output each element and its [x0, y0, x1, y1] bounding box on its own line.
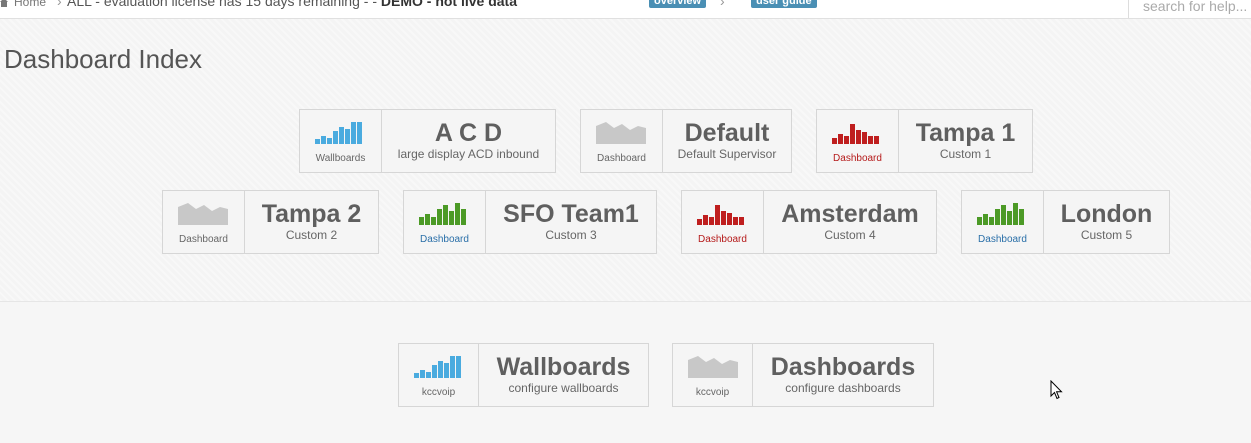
tile-caption: Dashboard	[978, 234, 1027, 245]
tile-body: A C D large display ACD inbound	[382, 110, 555, 172]
tile-body: Tampa 2 Custom 2	[245, 191, 378, 253]
tile-thumbnail: Dashboard	[817, 110, 899, 172]
user-guide-badge[interactable]: user guide	[751, 0, 817, 8]
tile-caption: Wallboards	[315, 153, 366, 164]
tile-description: Custom 3	[545, 228, 597, 242]
page-title: Dashboard Index	[4, 44, 203, 74]
tile-thumbnail: Dashboard	[404, 191, 486, 253]
configure-dashboards-tile[interactable]: kccvoip Dashboards configure dashboards	[672, 343, 934, 407]
tile-thumbnail: Dashboard	[163, 191, 245, 253]
tile-thumbnail: Wallboards	[300, 110, 382, 172]
tile-thumbnail: kccvoip	[399, 344, 479, 406]
gray-area-chart-icon	[178, 201, 228, 225]
home-icon[interactable]	[0, 0, 8, 7]
tile-body: SFO Team1 Custom 3	[486, 191, 656, 253]
tile-description: configure dashboards	[785, 381, 901, 395]
blue-bar-chart-icon	[315, 120, 365, 144]
license-notice-text: ALL - evaluation license has 15 days rem…	[67, 0, 381, 9]
dashboard-tile-tampa-2[interactable]: Dashboard Tampa 2 Custom 2	[162, 190, 379, 254]
tile-name: Dashboards	[770, 353, 916, 381]
tile-body: Dashboards configure dashboards	[753, 344, 933, 406]
tile-name: Amsterdam	[781, 200, 919, 228]
tile-thumbnail: Dashboard	[581, 110, 663, 172]
dashboard-tile-default[interactable]: Dashboard Default Default Supervisor	[580, 109, 792, 173]
tile-thumbnail: kccvoip	[673, 344, 753, 406]
tile-name: London	[1060, 200, 1153, 228]
breadcrumb-home[interactable]: Home	[14, 0, 46, 9]
configure-wallboards-tile[interactable]: kccvoip Wallboards configure wallboards	[398, 343, 649, 407]
dashboard-tile-tampa-1[interactable]: Dashboard Tampa 1 Custom 1	[816, 109, 1033, 173]
tile-body: London Custom 5	[1044, 191, 1169, 253]
dashboard-tile-london[interactable]: Dashboard London Custom 5	[961, 190, 1170, 254]
tile-caption: Dashboard	[597, 153, 646, 164]
tile-name: Wallboards	[496, 353, 631, 381]
green-bar-chart-icon	[419, 201, 469, 225]
tile-body: Amsterdam Custom 4	[764, 191, 936, 253]
tile-thumbnail: Dashboard	[682, 191, 764, 253]
tile-caption: kccvoip	[695, 387, 730, 398]
license-notice: ALL - evaluation license has 15 days rem…	[67, 0, 517, 9]
mouse-cursor-icon	[1050, 380, 1063, 400]
tile-description: Custom 4	[824, 228, 876, 242]
tile-name: Tampa 2	[261, 200, 362, 228]
tile-name: SFO Team1	[503, 200, 639, 228]
red-bar-chart-icon	[697, 201, 747, 225]
tile-description: Custom 2	[285, 228, 338, 242]
tile-caption: Dashboard	[179, 234, 228, 245]
tile-description: large display ACD inbound	[397, 147, 540, 161]
blue-bar-chart-icon	[414, 354, 464, 378]
tile-body: Wallboards configure wallboards	[479, 344, 648, 406]
tile-caption: Dashboard	[833, 153, 882, 164]
tile-name: A C D	[434, 119, 503, 147]
tile-name: Tampa 1	[915, 119, 1016, 147]
tile-body: Tampa 1 Custom 1	[899, 110, 1032, 172]
tile-description: Custom 5	[1080, 228, 1133, 242]
search-input[interactable]	[1141, 0, 1251, 15]
tile-description: configure wallboards	[508, 381, 619, 395]
tile-caption: Dashboard	[698, 234, 747, 245]
tile-name: Default	[684, 119, 770, 147]
dashboard-tile-amsterdam[interactable]: Dashboard Amsterdam Custom 4	[681, 190, 937, 254]
red-bar-chart-icon	[832, 120, 882, 144]
top-bar: Home › ALL - evaluation license has 15 d…	[0, 0, 1251, 19]
dashboard-tile-sfo-team1[interactable]: Dashboard SFO Team1 Custom 3	[403, 190, 657, 254]
green-bar-chart-icon	[977, 201, 1027, 225]
gray-area-chart-icon	[688, 354, 738, 378]
demo-notice: DEMO - not live data	[380, 0, 517, 9]
breadcrumb-separator-icon: ›	[57, 0, 62, 9]
tile-thumbnail: Dashboard	[962, 191, 1044, 253]
search-box	[1128, 0, 1251, 18]
breadcrumb-separator-icon: ›	[720, 0, 725, 9]
tile-description: Custom 1	[939, 147, 992, 161]
tile-caption: kccvoip	[421, 387, 456, 398]
tile-body: Default Default Supervisor	[663, 110, 791, 172]
gray-area-chart-icon	[596, 120, 646, 144]
overview-badge[interactable]: overview	[649, 0, 707, 8]
tile-caption: Dashboard	[420, 234, 469, 245]
tile-description: Default Supervisor	[677, 147, 777, 161]
dashboard-tile-acd[interactable]: Wallboards A C D large display ACD inbou…	[299, 109, 556, 173]
